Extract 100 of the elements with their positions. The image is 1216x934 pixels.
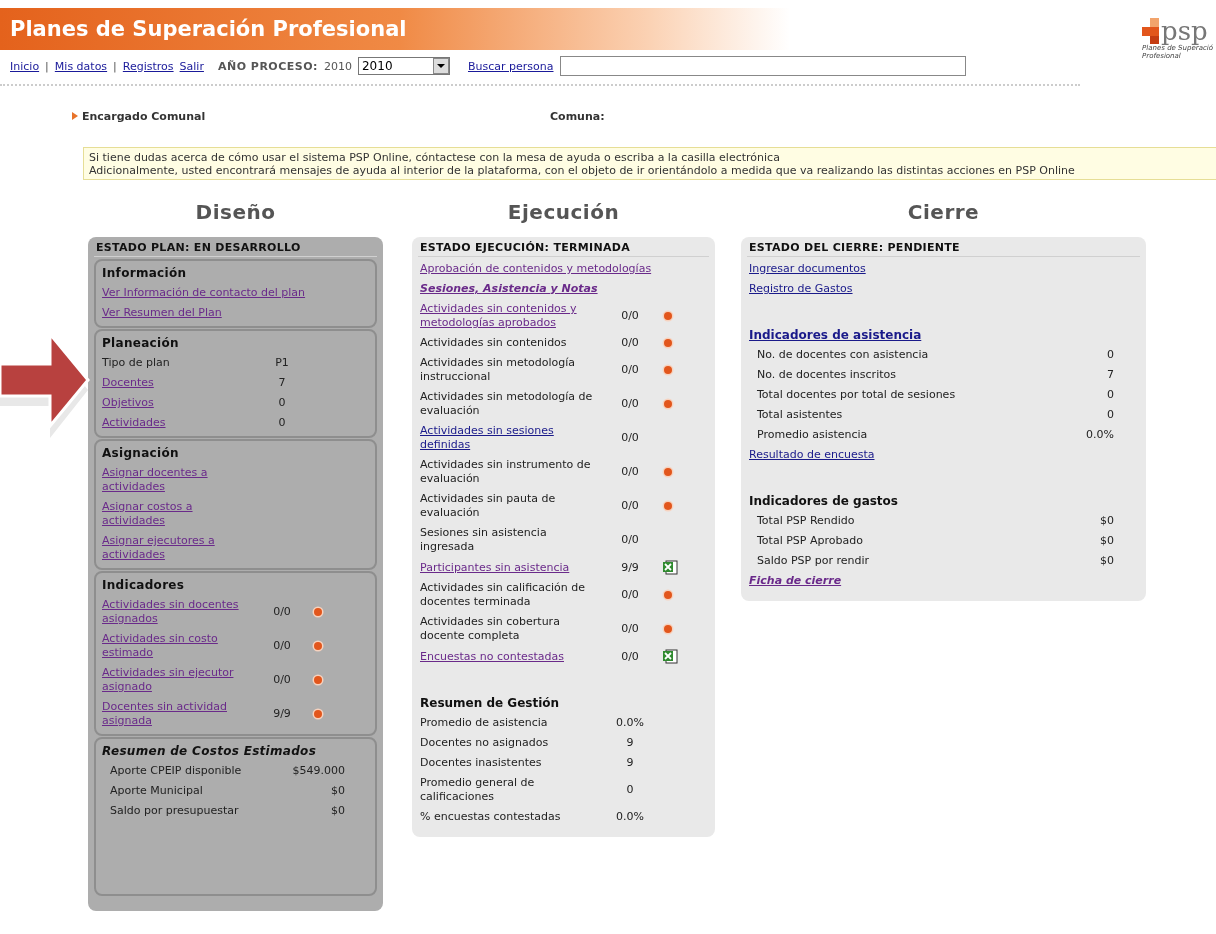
indicator-label: Actividades sin metodología de evaluación [420,390,594,418]
indicator-value: 0 [277,396,287,410]
indicator-value: 0.0% [615,810,645,824]
indicator-value: 0/0 [620,649,640,664]
status-heading: ESTADO DEL CIERRE: PENDIENTE [747,241,1140,257]
app-title: Planes de Superación Profesional [10,17,407,41]
indicator-value: 9 [625,736,635,750]
indicator-value: 9/9 [620,560,640,575]
stat-label: Saldo por presupuestar [110,804,239,818]
logo-text: psp [1161,18,1208,44]
indicator-value: 9/9 [272,707,292,721]
link[interactable]: Registro de Gastos [749,279,1138,299]
indicator-value: 0/0 [272,639,292,653]
indicator-value: 0/0 [620,336,640,350]
status-dot-icon [662,466,674,478]
indicator-value: 0 [277,416,287,430]
indicator-value: 0/0 [620,465,640,479]
indicator-link[interactable]: Asignar costos a actividades [102,500,252,528]
nav-separator: | [45,59,49,73]
indicator-link[interactable]: Actividades [102,416,252,430]
nav-link[interactable]: Salir [179,59,204,73]
indicator-link[interactable]: Participantes sin asistencia [420,560,598,575]
indicator-value: 0/0 [620,588,640,602]
indicator-label: Promedio general de calificaciones [420,776,536,804]
indicator-link[interactable]: Actividades sin ejecutor asignado [102,666,252,694]
link[interactable]: Ingresar documentos [749,259,1138,279]
indicator-value: 7 [277,376,287,390]
stat-value: 0.0% [1086,428,1114,442]
indicator-link[interactable]: Actividades sin sesiones definidas [420,424,598,452]
link[interactable]: Sesiones, Asistencia y Notas [420,279,707,299]
nav-separator: | [113,59,117,73]
column-title: Cierre [906,200,981,224]
link[interactable]: Resultado de encuesta [749,445,1138,465]
status-dot-icon [662,364,674,376]
section-heading: Asignación [102,445,180,462]
status-dot-icon [662,337,674,349]
stat-value: $0 [1100,514,1114,528]
indicator-link[interactable]: Docentes [102,376,252,390]
indicator-label: Docentes inasistentes [420,756,543,770]
year-select[interactable]: 2010 [358,57,450,75]
year-value: 2010 [324,59,352,73]
column-title: Diseño [194,200,277,224]
bullet-icon [72,112,78,120]
indicator-value: 0/0 [272,605,292,619]
indicator-label: Sesiones sin asistencia ingresada [420,526,548,554]
stat-value: 0 [1107,388,1114,402]
indicator-label: Actividades sin pauta de evaluación [420,492,557,520]
link[interactable]: Ver Resumen del Plan [102,303,369,323]
section-heading: Resumen de Gestión [420,695,561,712]
notice-text: Adicionalmente, usted encontrará mensajes de ayuda al interior de la plataforma, con el objeto de ir orientándolo a medida que va realizando las distintas acciones en PSP Online [89,164,1076,177]
indicator-link[interactable]: Actividades sin costo estimado [102,632,252,660]
section-link[interactable]: Indicadores de asistencia [749,325,1138,345]
indicator-link[interactable]: Encuestas no contestadas [420,649,598,664]
indicator-value: 0.0% [615,716,645,730]
spreadsheet-icon[interactable] [662,560,678,575]
status-dot-icon [312,606,324,618]
indicator-label: Actividades sin contenidos [420,336,568,350]
status-heading: ESTADO EJECUCIÓN: TERMINADA [418,241,709,257]
section-heading: Indicadores [102,577,186,594]
status-dot-icon [312,674,324,686]
nav-link[interactable]: Registros [122,59,174,73]
status-dot-icon [312,640,324,652]
dropdown-icon[interactable] [433,58,449,74]
indicator-label: % encuestas contestadas [420,810,562,824]
section-heading: Planeación [102,335,180,352]
status-dot-icon [662,398,674,410]
indicator-value: 0/0 [620,622,640,636]
indicator-link[interactable]: Docentes sin actividad asignada [102,700,252,728]
indicator-link[interactable]: Actividades sin docentes asignados [102,598,252,626]
search-field[interactable] [559,56,966,76]
indicator-value: 0/0 [620,431,640,445]
indicator-link[interactable]: Actividades sin contenidos y metodologías aprobados [420,302,598,330]
indicator-link[interactable]: Asignar docentes a actividades [102,466,252,494]
stat-value: $0 [331,804,345,818]
search-person-link[interactable]: Buscar persona [468,59,554,73]
indicator-link[interactable]: Asignar ejecutores a actividades [102,534,252,562]
indicator-value: 9 [625,756,635,770]
spreadsheet-icon[interactable] [662,649,678,664]
stat-value: $0 [1100,554,1114,568]
stat-label: Aporte CPEIP disponible [110,764,242,778]
nav-link[interactable]: Inicio [10,59,40,73]
status-dot-icon [662,623,674,635]
stat-label: Saldo PSP por rendir [757,554,870,568]
link[interactable]: Ver Información de contacto del plan [102,283,369,303]
notice-text: Si tiene dudas acerca de cómo usar el sistema PSP Online, cóntactese con la mesa de ayuda o escriba a la casilla electrónica [89,151,781,164]
stat-label: Total PSP Rendido [757,514,855,528]
indicator-value: 0/0 [272,673,292,687]
indicator-link[interactable]: Objetivos [102,396,252,410]
indicator-value: 0/0 [620,363,640,377]
indicator-label: Actividades sin instrumento de evaluación [420,458,592,486]
section-heading: Información [102,265,188,282]
section-heading: Indicadores de gastos [749,493,899,510]
column-title: Ejecución [506,200,621,224]
link[interactable]: Ficha de cierre [749,571,1138,591]
status-heading: ESTADO PLAN: EN DESARROLLO [94,241,377,257]
stat-value: $0 [1100,534,1114,548]
nav-link[interactable]: Mis datos [54,59,108,73]
link[interactable]: Aprobación de contenidos y metodologías [420,259,707,279]
stat-label: Total PSP Aprobado [757,534,863,548]
status-dot-icon [662,310,674,322]
